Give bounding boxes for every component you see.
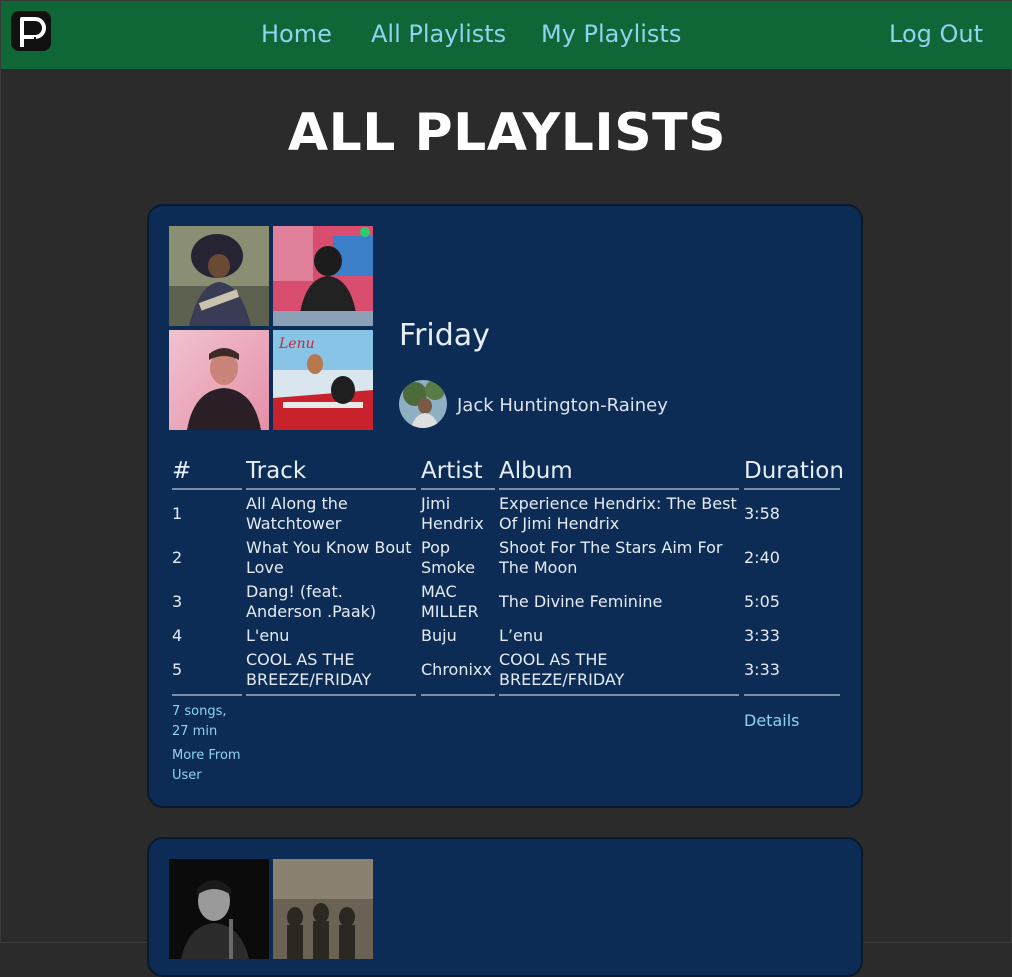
album-art [169, 859, 269, 959]
nav-link-my-playlists[interactable]: My Playlists [541, 18, 681, 50]
track-album: Experience Hendrix: The Best Of Jimi Hen… [499, 494, 737, 533]
page-title: ALL PLAYLISTS [287, 103, 727, 163]
footer-divider [421, 694, 495, 696]
logout-link[interactable]: Log Out [889, 18, 983, 50]
track-artist: Pop Smoke [421, 538, 476, 577]
track-duration: 3:33 [744, 660, 780, 679]
track-artist: Chronixx [421, 660, 492, 679]
album-art [273, 859, 373, 959]
track-title: All Along the Watchtower [246, 494, 348, 533]
track-duration: 5:05 [744, 592, 780, 611]
track-artist: Buju [421, 626, 457, 645]
track-title: What You Know Bout Love [246, 538, 412, 577]
header-divider [246, 488, 416, 490]
track-title: L'enu [246, 626, 290, 645]
album-art-mac-miller [169, 330, 269, 430]
header-divider [499, 488, 739, 490]
album-art-pop-smoke [273, 226, 373, 326]
track-duration: 2:40 [744, 548, 780, 567]
svg-text:Lenu: Lenu [278, 336, 315, 352]
nav-link-home[interactable]: Home [261, 18, 332, 50]
track-number: 4 [172, 626, 183, 645]
track-album: COOL AS THE BREEZE/FRIDAY [499, 650, 625, 689]
nav-link-all-playlists[interactable]: All Playlists [371, 18, 506, 50]
playlist-stats: 7 songs, 27 min [172, 704, 227, 739]
album-art-jimi-hendrix [169, 226, 269, 326]
navbar: Home All Playlists My Playlists Log Out [1, 1, 1012, 69]
playlist-card: Lenu Friday Jack Huntington-Rainey # Tra… [147, 204, 863, 808]
column-header-track: Track [246, 458, 307, 484]
track-number: 1 [172, 504, 183, 523]
track-duration: 3:58 [744, 504, 780, 523]
footer-divider [246, 694, 416, 696]
track-number: 3 [172, 592, 183, 611]
column-header-album: Album [499, 458, 573, 484]
track-title: Dang! (feat. Anderson .Paak) [246, 582, 377, 621]
track-artist: MAC MILLER [421, 582, 479, 621]
album-art-buju: Lenu [273, 330, 373, 430]
column-header-number: # [172, 458, 192, 484]
footer-divider [172, 694, 242, 696]
details-link[interactable]: Details [744, 710, 799, 732]
more-from-user-link[interactable]: More From User [172, 746, 244, 786]
playlist-name[interactable]: Friday [399, 316, 490, 356]
track-title: COOL AS THE BREEZE/FRIDAY [246, 650, 372, 689]
track-number: 2 [172, 548, 183, 567]
track-album: The Divine Feminine [499, 592, 663, 611]
playlist-card [147, 837, 863, 977]
column-header-duration: Duration [744, 458, 844, 484]
footer-divider [744, 694, 840, 696]
playlist-logo-icon[interactable] [11, 11, 51, 51]
header-divider [421, 488, 495, 490]
track-album: L’enu [499, 626, 544, 645]
owner-avatar[interactable] [399, 380, 447, 428]
footer-divider [499, 694, 739, 696]
track-duration: 3:33 [744, 626, 780, 645]
header-divider [172, 488, 242, 490]
track-artist: Jimi Hendrix [421, 494, 484, 533]
track-album: Shoot For The Stars Aim For The Moon [499, 538, 723, 577]
track-number: 5 [172, 660, 183, 679]
column-header-artist: Artist [421, 458, 483, 484]
header-divider [744, 488, 840, 490]
owner-name[interactable]: Jack Huntington-Rainey [457, 394, 668, 418]
